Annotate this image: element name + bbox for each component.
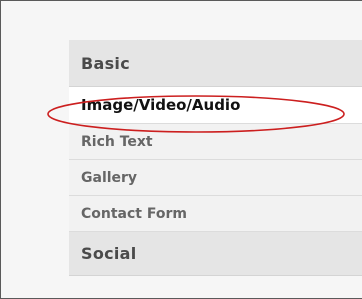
menu-item-rich-text[interactable]: Rich Text [69,124,362,160]
section-header-basic[interactable]: Basic [69,40,362,87]
section-title-basic: Basic [81,53,130,73]
menu-item-label: Image/Video/Audio [81,96,241,114]
menu-item-label: Contact Form [81,205,187,222]
menu-item-image-video-audio[interactable]: Image/Video/Audio [69,87,362,124]
section-title-social: Social [81,244,137,263]
menu-item-label: Rich Text [81,133,153,150]
menu-item-gallery[interactable]: Gallery [69,160,362,196]
widget-category-panel: Basic Image/Video/Audio Rich Text Galler… [69,40,362,299]
menu-item-label: Gallery [81,169,138,186]
section-header-social[interactable]: Social [69,232,362,276]
menu-item-contact-form[interactable]: Contact Form [69,196,362,232]
